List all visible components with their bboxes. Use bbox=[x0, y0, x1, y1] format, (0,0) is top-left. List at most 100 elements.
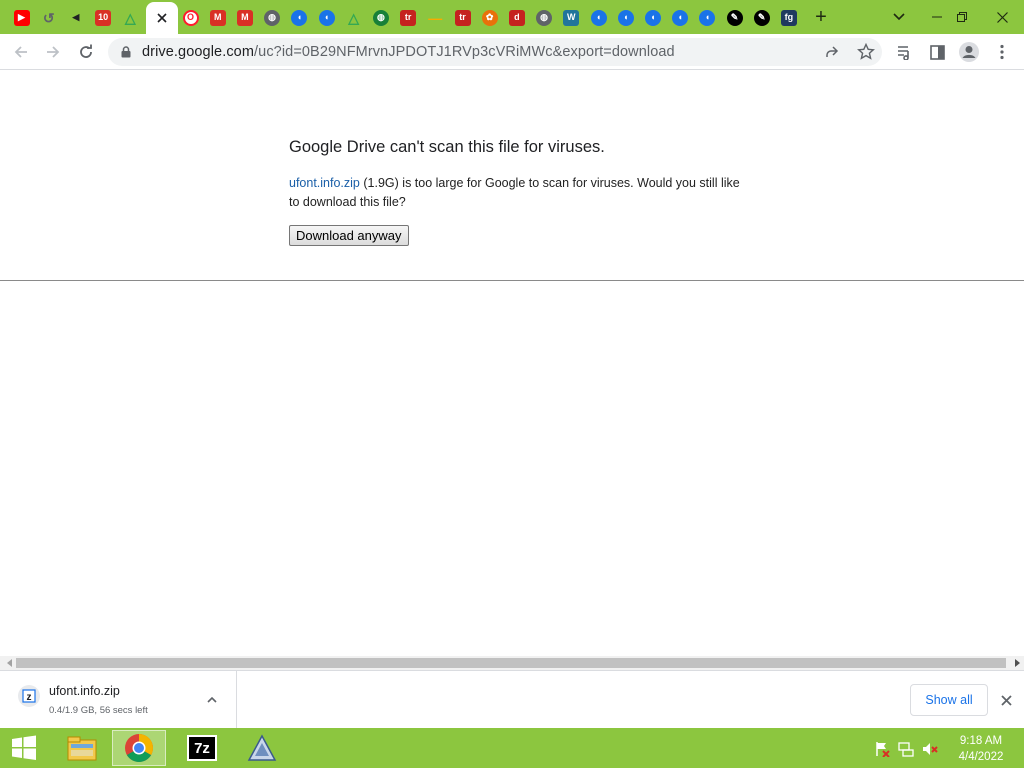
tab-item[interactable]: ◖ bbox=[694, 3, 721, 32]
wave-icon: ◖ bbox=[699, 9, 716, 26]
tab-item[interactable]: ✿ bbox=[476, 3, 503, 32]
tab-item[interactable]: O bbox=[177, 3, 204, 32]
tab-item[interactable]: fg bbox=[775, 3, 802, 32]
minimize-icon bbox=[932, 16, 942, 18]
download-anyway-button[interactable]: Download anyway bbox=[289, 225, 409, 246]
close-icon[interactable] bbox=[157, 13, 167, 23]
tab-item[interactable]: ◍ bbox=[259, 3, 286, 32]
windows-logo-icon bbox=[12, 735, 36, 760]
google-drive-icon: △ bbox=[348, 9, 360, 26]
share-button[interactable] bbox=[824, 44, 840, 60]
taskbar-file-explorer[interactable] bbox=[58, 730, 106, 766]
globe-icon: ◍ bbox=[264, 9, 281, 26]
feather-icon: ✎ bbox=[726, 9, 743, 26]
badge-icon: 10 bbox=[95, 9, 112, 26]
new-tab-button[interactable]: + bbox=[808, 4, 834, 30]
download-shelf: z ufont.info.zip 0.4/1.9 GB, 56 secs lef… bbox=[0, 670, 1024, 728]
tab-item[interactable]: ◖ bbox=[313, 3, 340, 32]
tab-item[interactable]: ◀ bbox=[62, 3, 89, 32]
taskbar-7zip[interactable]: 7z bbox=[180, 730, 224, 766]
chevron-down-icon bbox=[893, 13, 905, 21]
taskbar: 7z 9:18 AM 4/4/2022 bbox=[0, 728, 1024, 768]
file-link[interactable]: ufont.info.zip bbox=[289, 176, 360, 190]
tab-item[interactable]: ◖ bbox=[612, 3, 639, 32]
fg-icon: fg bbox=[780, 9, 797, 26]
address-bar[interactable]: drive.google.com/uc?id=0B29NFMrvnJPDOTJ1… bbox=[108, 38, 882, 66]
horizontal-scrollbar[interactable] bbox=[0, 656, 1024, 670]
tr-icon: tr bbox=[454, 9, 471, 26]
opera-icon: O bbox=[182, 9, 199, 26]
media-button[interactable] bbox=[891, 38, 919, 66]
tab-item[interactable]: ◖ bbox=[286, 3, 313, 32]
zip-file-icon: z bbox=[18, 685, 40, 707]
tab-item[interactable]: 10 bbox=[90, 3, 117, 32]
clock-time: 9:18 AM bbox=[959, 735, 1003, 747]
tab-item[interactable]: ↺ bbox=[35, 3, 62, 32]
page-content: Google Drive can't scan this file for vi… bbox=[0, 71, 1024, 656]
side-panel-button[interactable] bbox=[923, 38, 951, 66]
start-button[interactable] bbox=[6, 730, 42, 766]
lock-icon bbox=[121, 46, 131, 58]
tab-item[interactable]: M bbox=[231, 3, 258, 32]
url-path: /uc?id=0B29NFMrvnJPDOTJ1RVp3cVRiMWc&expo… bbox=[254, 44, 675, 60]
scroll-right-arrow[interactable] bbox=[1010, 656, 1024, 670]
history-icon: ↺ bbox=[42, 9, 55, 26]
tab-search-button[interactable] bbox=[887, 4, 911, 30]
download-options-button[interactable] bbox=[204, 692, 220, 708]
download-status: 0.4/1.9 GB, 56 secs left bbox=[49, 705, 148, 716]
media-queue-icon bbox=[898, 46, 909, 60]
d-icon: d bbox=[508, 9, 525, 26]
download-item[interactable]: z ufont.info.zip 0.4/1.9 GB, 56 secs lef… bbox=[0, 671, 237, 728]
screen: { "browser": { "url_domain": "drive.goog… bbox=[0, 0, 1024, 768]
menu-button[interactable] bbox=[988, 38, 1016, 66]
taskbar-chrome[interactable] bbox=[112, 730, 166, 766]
scrollbar-thumb[interactable] bbox=[16, 658, 1006, 668]
close-window-button[interactable] bbox=[982, 4, 1022, 30]
svg-text:z: z bbox=[27, 692, 32, 703]
download-filename: ufont.info.zip bbox=[49, 684, 120, 698]
tab-item[interactable]: ✎ bbox=[748, 3, 775, 32]
page-title: Google Drive can't scan this file for vi… bbox=[289, 138, 605, 156]
caret-right-icon bbox=[1014, 659, 1020, 667]
globe-icon: ◍ bbox=[372, 9, 389, 26]
tab-item[interactable]: ▶ bbox=[8, 3, 35, 32]
tab-item[interactable]: — bbox=[422, 3, 449, 32]
show-all-button[interactable]: Show all bbox=[910, 684, 988, 716]
bookmark-button[interactable] bbox=[857, 42, 875, 61]
tab-item[interactable]: ◖ bbox=[585, 3, 612, 32]
tab-item[interactable]: ◖ bbox=[667, 3, 694, 32]
volume-tray[interactable] bbox=[921, 740, 939, 758]
network-tray[interactable] bbox=[897, 740, 915, 758]
action-center-tray[interactable] bbox=[873, 740, 891, 758]
wave-icon: ◖ bbox=[318, 9, 335, 26]
reload-button[interactable] bbox=[72, 38, 100, 66]
back-button[interactable] bbox=[7, 38, 35, 66]
tab-strip: + ▶ ↺ ◀ 10 △ O M M ◍ ◖ ◖ △ ◍ tr — tr ✿ d ◍ W ◖ ◖ ◖ ◖ ◖ ✎ ✎ fg bbox=[0, 0, 1024, 34]
bar-icon: — bbox=[428, 9, 443, 26]
clock-date: 4/4/2022 bbox=[958, 751, 1004, 763]
restore-button[interactable] bbox=[949, 4, 975, 30]
url-text: drive.google.com/uc?id=0B29NFMrvnJPDOTJ1… bbox=[142, 44, 675, 60]
scroll-left-arrow[interactable] bbox=[2, 656, 16, 670]
tab-item[interactable]: ◍ bbox=[367, 3, 394, 32]
chevron-up-icon bbox=[207, 697, 217, 703]
tr-icon: tr bbox=[400, 9, 417, 26]
close-shelf-button[interactable] bbox=[997, 691, 1015, 709]
taskbar-clock[interactable]: 9:18 AM 4/4/2022 bbox=[948, 733, 1014, 765]
tab-item[interactable]: M bbox=[204, 3, 231, 32]
tab-item[interactable]: ◖ bbox=[639, 3, 666, 32]
taskbar-app[interactable] bbox=[238, 730, 286, 766]
tab-item[interactable]: tr bbox=[395, 3, 422, 32]
tab-item[interactable]: tr bbox=[449, 3, 476, 32]
tab-active[interactable] bbox=[146, 2, 178, 34]
tab-item[interactable]: ✎ bbox=[721, 3, 748, 32]
youtube-icon: ▶ bbox=[13, 9, 30, 26]
profile-button[interactable] bbox=[955, 38, 983, 66]
tab-item[interactable]: △ bbox=[117, 3, 144, 32]
tab-item[interactable]: △ bbox=[340, 3, 367, 32]
tab-item[interactable]: ◍ bbox=[531, 3, 558, 32]
tab-item[interactable]: W bbox=[558, 3, 585, 32]
forward-button[interactable] bbox=[39, 38, 67, 66]
minimize-button[interactable] bbox=[924, 4, 950, 30]
tab-item[interactable]: d bbox=[503, 3, 530, 32]
